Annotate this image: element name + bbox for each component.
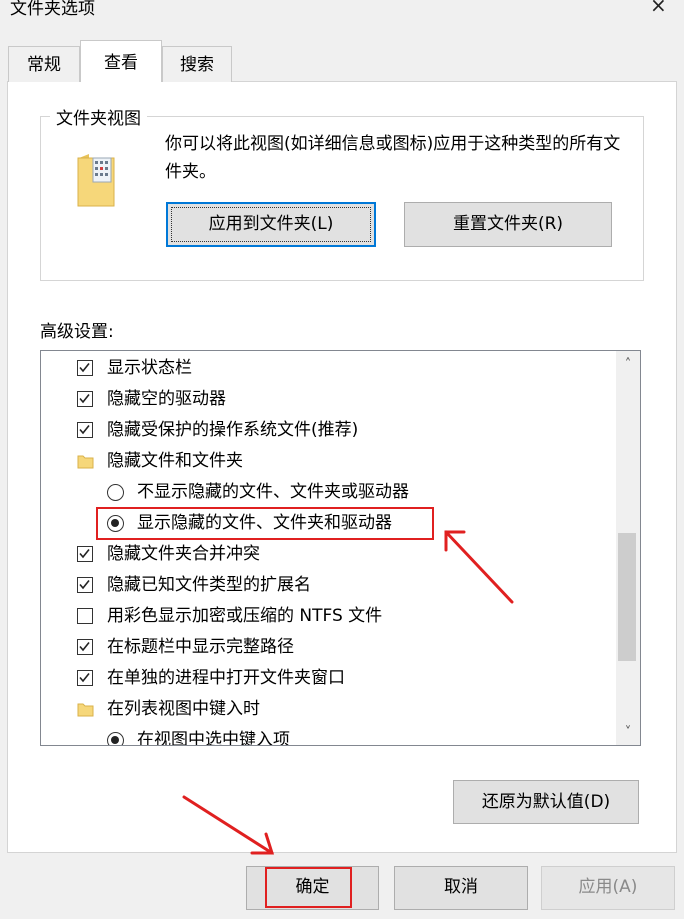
scrollbar-thumb[interactable] — [618, 533, 636, 661]
apply-to-folders-button[interactable]: 应用到文件夹(L) — [166, 202, 376, 247]
close-icon[interactable]: × — [650, 0, 667, 16]
annotation-ok-highlight — [265, 867, 352, 908]
settings-item-label: 隐藏文件和文件夹 — [107, 451, 243, 471]
radio-selected-icon[interactable] — [107, 732, 124, 745]
settings-item-label: 在视图中选中键入项 — [137, 730, 290, 746]
folder-view-icon — [77, 154, 115, 207]
checkbox-checked-icon[interactable] — [77, 670, 93, 686]
radio-unselected-icon[interactable] — [107, 484, 124, 501]
settings-item-label: 不显示隐藏的文件、文件夹或驱动器 — [137, 482, 409, 502]
settings-item-label: 隐藏文件夹合并冲突 — [107, 544, 260, 564]
folder-views-title: 文件夹视图 — [50, 104, 147, 129]
checkbox-checked-icon[interactable] — [77, 422, 93, 438]
settings-item-label: 隐藏受保护的操作系统文件(推荐) — [107, 420, 359, 440]
checkbox-checked-icon[interactable] — [77, 360, 93, 376]
focus-rectangle — [171, 207, 371, 242]
restore-defaults-button[interactable]: 还原为默认值(D) — [453, 780, 639, 824]
cancel-button[interactable]: 取消 — [394, 866, 528, 910]
checkbox-checked-icon[interactable] — [77, 546, 93, 562]
settings-item-label: 隐藏已知文件类型的扩展名 — [107, 575, 311, 595]
annotation-highlight-box — [96, 507, 434, 540]
radio-dot-icon — [111, 736, 119, 744]
window-title: 文件夹选项 — [10, 0, 95, 19]
settings-item-label: 隐藏空的驱动器 — [107, 389, 226, 409]
settings-item-label: 显示状态栏 — [107, 358, 192, 378]
checkbox-unchecked-icon[interactable] — [77, 608, 93, 624]
settings-item-label: 用彩色显示加密或压缩的 NTFS 文件 — [107, 606, 383, 626]
tab-view[interactable]: 查看 — [80, 40, 162, 82]
advanced-settings-list[interactable]: 显示状态栏隐藏空的驱动器隐藏受保护的操作系统文件(推荐) 隐藏文件和文件夹不显示隐… — [40, 350, 641, 746]
folder-views-description: 你可以将此视图(如详细信息或图标)应用于这种类型的所有文件夹。 — [165, 134, 621, 182]
title-bar — [0, 0, 684, 22]
tab-general[interactable]: 常规 — [8, 46, 80, 82]
scroll-up-icon[interactable]: ˄ — [616, 353, 640, 377]
settings-item-label: 在单独的进程中打开文件夹窗口 — [107, 668, 345, 688]
folder-icon — [77, 455, 94, 469]
reset-folders-button[interactable]: 重置文件夹(R) — [404, 202, 612, 247]
folder-icon — [77, 703, 94, 717]
scroll-down-icon[interactable]: ˅ — [616, 721, 640, 745]
checkbox-checked-icon[interactable] — [77, 391, 93, 407]
settings-item-label: 在列表视图中键入时 — [107, 699, 260, 719]
checkbox-checked-icon[interactable] — [77, 577, 93, 593]
tab-search[interactable]: 搜索 — [162, 46, 232, 82]
advanced-settings-label: 高级设置: — [40, 322, 114, 342]
settings-item-label: 在标题栏中显示完整路径 — [107, 637, 294, 657]
checkbox-checked-icon[interactable] — [77, 639, 93, 655]
apply-button[interactable]: 应用(A) — [541, 866, 675, 910]
